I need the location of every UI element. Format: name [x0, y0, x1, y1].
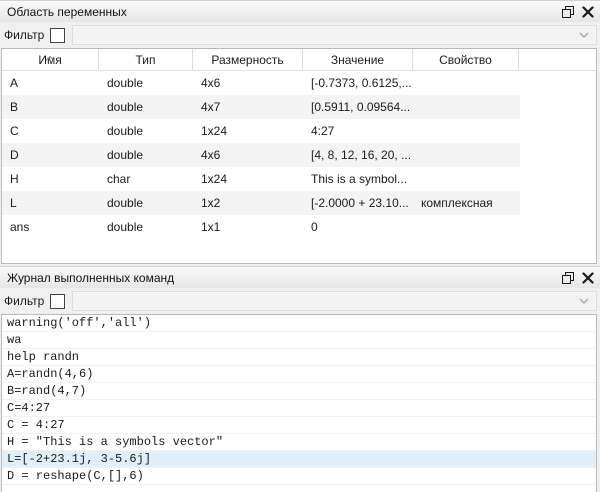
cell-type: double [99, 100, 193, 114]
cell-property: комплексная [413, 196, 519, 210]
variables-panel-titlebar[interactable]: Область переменных [0, 0, 600, 22]
command-history-list: warning('off','all') wa help randn A=ran… [1, 314, 597, 492]
history-panel-title: Журнал выполненных команд [7, 271, 558, 285]
history-panel: Журнал выполненных команд Фильтр warning… [0, 266, 600, 492]
column-header-size[interactable]: Размерность [193, 49, 303, 70]
command-item-highlighted[interactable]: L=[-2+23.1j, 3-5.6j] [2, 451, 596, 468]
command-item[interactable]: B=rand(4,7) [2, 383, 596, 400]
command-item[interactable]: C=4:27 [2, 400, 596, 417]
variables-panel: Область переменных Фильтр [0, 0, 600, 265]
variables-panel-title: Область переменных [7, 5, 558, 19]
cell-value: [4, 8, 12, 16, 20, ... [303, 148, 413, 162]
filter-checkbox[interactable] [50, 294, 65, 309]
cell-size: 4x6 [193, 148, 303, 162]
chevron-down-icon [578, 31, 590, 39]
history-filter-bar: Фильтр [0, 288, 600, 314]
cell-size: 1x24 [193, 172, 303, 186]
command-item[interactable]: wa [2, 332, 596, 349]
variables-table-header: Имя Тип Размерность Значение Свойство [2, 49, 596, 71]
cell-size: 1x1 [193, 220, 303, 234]
command-item[interactable]: warning('off','all') [2, 315, 596, 332]
column-header-property[interactable]: Свойство [413, 49, 519, 70]
float-icon[interactable] [558, 3, 578, 21]
filter-label: Фильтр [4, 294, 44, 308]
table-row-D[interactable]: D double 4x6 [4, 8, 12, 16, 20, ... [2, 143, 520, 167]
column-header-type[interactable]: Тип [99, 49, 193, 70]
cell-type: double [99, 196, 193, 210]
cell-type: double [99, 124, 193, 138]
sort-up-icon [45, 50, 55, 64]
cell-type: double [99, 148, 193, 162]
cell-name: C [2, 124, 99, 138]
command-item[interactable]: C = 4:27 [2, 417, 596, 434]
cell-value: [-0.7373, 0.6125,... [303, 76, 413, 90]
cell-value: [-2.0000 + 23.10... [303, 196, 413, 210]
command-item[interactable]: help randn [2, 349, 596, 366]
cell-size: 1x2 [193, 196, 303, 210]
cell-size: 4x6 [193, 76, 303, 90]
variables-table: Имя Тип Размерность Значение Свойство A … [1, 48, 597, 264]
cell-name: D [2, 148, 99, 162]
table-row-B[interactable]: B double 4x7 [0.5911, 0.09564... [2, 95, 520, 119]
command-item[interactable]: A=randn(4,6) [2, 366, 596, 383]
filter-label: Фильтр [4, 28, 44, 42]
cell-size: 1x24 [193, 124, 303, 138]
close-icon[interactable] [578, 269, 598, 287]
column-header-empty [519, 49, 596, 70]
float-icon[interactable] [558, 269, 578, 287]
filter-combobox[interactable] [72, 291, 597, 311]
table-row-A[interactable]: A double 4x6 [-0.7373, 0.6125,... [2, 71, 520, 95]
table-row-C[interactable]: C double 1x24 4:27 [2, 119, 520, 143]
filter-combobox[interactable] [72, 25, 597, 45]
table-row-ans[interactable]: ans double 1x1 0 [2, 215, 520, 239]
cell-name: ans [2, 220, 99, 234]
variables-filter-bar: Фильтр [0, 22, 600, 48]
history-panel-titlebar[interactable]: Журнал выполненных команд [0, 266, 600, 288]
chevron-down-icon [578, 297, 590, 305]
command-item[interactable]: H = "This is a symbols vector" [2, 434, 596, 451]
cell-type: char [99, 172, 193, 186]
cell-value: 4:27 [303, 124, 413, 138]
cell-name: A [2, 76, 99, 90]
table-row-L[interactable]: L double 1x2 [-2.0000 + 23.10... комплек… [2, 191, 520, 215]
close-icon[interactable] [578, 3, 598, 21]
filter-checkbox[interactable] [50, 28, 65, 43]
column-header-value[interactable]: Значение [303, 49, 413, 70]
command-item[interactable]: D = reshape(C,[],6) [2, 468, 596, 485]
cell-name: L [2, 196, 99, 210]
column-header-name[interactable]: Имя [2, 49, 99, 70]
table-row-H[interactable]: H char 1x24 This is a symbol... [2, 167, 520, 191]
cell-value: 0 [303, 220, 413, 234]
cell-name: H [2, 172, 99, 186]
cell-size: 4x7 [193, 100, 303, 114]
cell-value: This is a symbol... [303, 172, 413, 186]
cell-type: double [99, 76, 193, 90]
cell-value: [0.5911, 0.09564... [303, 100, 413, 114]
cell-type: double [99, 220, 193, 234]
cell-name: B [2, 100, 99, 114]
